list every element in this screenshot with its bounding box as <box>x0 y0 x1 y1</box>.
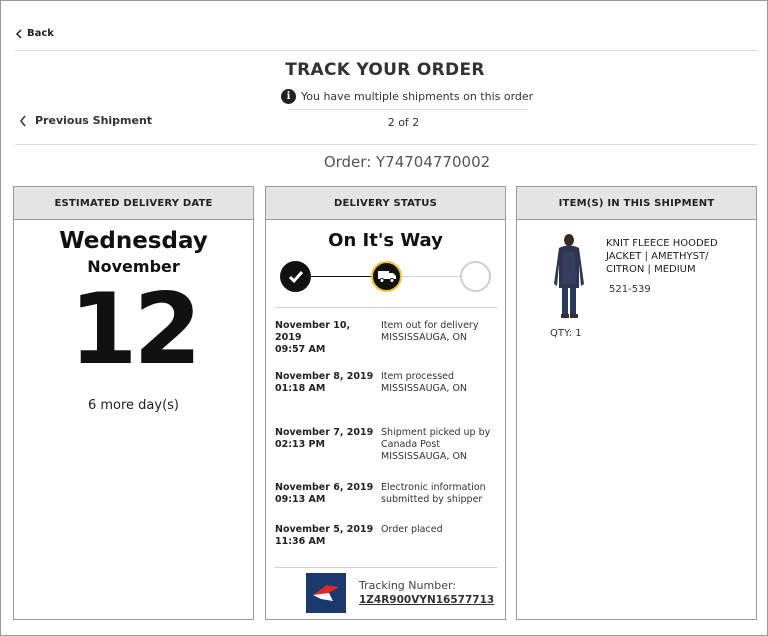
delivery-date-heading: ESTIMATED DELIVERY DATE <box>14 187 253 220</box>
multiple-shipments-notice: i You have multiple shipments on this or… <box>281 89 533 104</box>
event-datetime: November 5, 2019 11:36 AM <box>275 524 374 547</box>
step-current <box>371 261 402 292</box>
page-title: TRACK YOUR ORDER <box>285 60 485 80</box>
shipment-items-heading: ITEM(S) IN THIS SHIPMENT <box>517 187 756 220</box>
canada-post-logo <box>306 573 346 613</box>
event-description: Shipment picked up by Canada Post MISSISSA… <box>381 427 491 462</box>
order-number: Order: Y74704770002 <box>323 153 491 171</box>
step-pending <box>460 261 491 292</box>
delivery-weekday: Wednesday <box>59 228 208 254</box>
top-divider <box>15 50 757 51</box>
shipment-count: 2 of 2 <box>387 116 420 129</box>
product-image[interactable] <box>551 234 589 320</box>
delivery-status-heading: DELIVERY STATUS <box>266 187 505 220</box>
tracking-section: Tracking Number: 1Z4R900VYN16577713 <box>306 573 496 613</box>
back-label: Back <box>27 28 54 39</box>
product-name: KNIT FLEECE HOODED JACKET | AMETHYST/ CI… <box>606 238 718 275</box>
status-title: On It's Way <box>328 230 443 251</box>
progress-tracker <box>280 259 492 293</box>
status-divider <box>275 307 497 308</box>
progress-line-complete <box>311 276 371 277</box>
step-complete <box>280 261 311 292</box>
days-remaining: 6 more day(s) <box>87 398 180 413</box>
shipment-items-panel: ITEM(S) IN THIS SHIPMENT KNIT FLEECE HOO… <box>516 186 757 620</box>
product-quantity: QTY: 1 <box>550 328 582 339</box>
event-description: Item processed MISSISSAUGA, ON <box>381 371 468 394</box>
notice-divider <box>288 109 528 110</box>
delivery-day: 12 <box>69 273 201 387</box>
event-datetime: November 10, 2019 09:57 AM <box>275 320 351 355</box>
tracking-number-link[interactable]: 1Z4R900VYN16577713 <box>359 594 494 606</box>
canada-post-logo-icon <box>313 585 339 601</box>
multiple-shipments-text: You have multiple shipments on this orde… <box>301 90 534 103</box>
back-link[interactable]: Back <box>15 28 54 39</box>
info-icon: i <box>281 89 296 104</box>
page-frame: Back TRACK YOUR ORDER i You have multipl… <box>0 0 768 636</box>
event-datetime: November 7, 2019 02:13 PM <box>275 427 374 450</box>
event-datetime: November 8, 2019 01:18 AM <box>275 371 374 394</box>
event-description: Electronic information submitted by shipp… <box>381 482 486 505</box>
check-icon <box>288 270 303 283</box>
event-description: Order placed <box>381 524 443 535</box>
delivery-status-panel: DELIVERY STATUS On It's Way November 10,… <box>265 186 506 620</box>
chevron-left-icon <box>15 28 22 39</box>
header-divider <box>15 144 757 145</box>
progress-line-pending <box>402 276 462 277</box>
tracking-number-label: Tracking Number: <box>359 579 456 592</box>
event-datetime: November 6, 2019 09:13 AM <box>275 482 374 505</box>
delivery-date-panel: ESTIMATED DELIVERY DATE Wednesday Novemb… <box>13 186 254 620</box>
event-description: Item out for delivery MISSISSAUGA, ON <box>381 320 479 343</box>
truck-icon <box>377 271 396 283</box>
tracking-divider <box>275 567 497 568</box>
product-sku: 521-539 <box>609 284 651 295</box>
